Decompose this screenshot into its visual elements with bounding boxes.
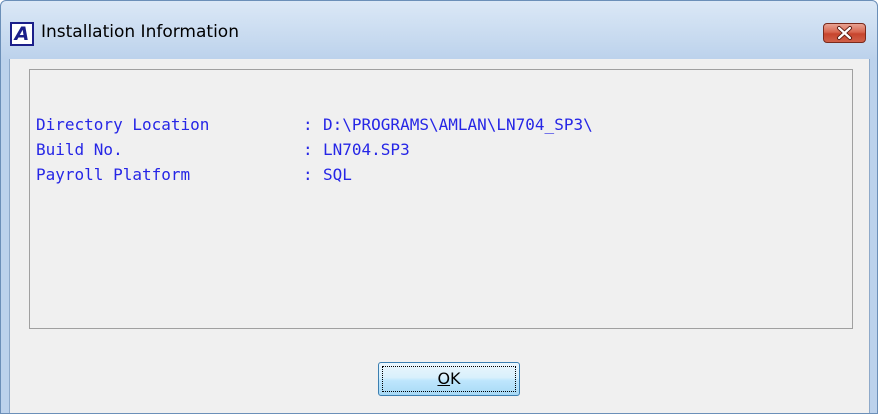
info-panel: Directory Location : D:\PROGRAMS\AMLAN\L… xyxy=(29,69,853,329)
info-value: D:\PROGRAMS\AMLAN\LN704_SP3\ xyxy=(323,115,593,134)
title-bar[interactable]: A Installation Information xyxy=(1,1,877,59)
dialog-body: Directory Location : D:\PROGRAMS\AMLAN\L… xyxy=(9,59,870,413)
info-separator: : xyxy=(303,165,313,184)
info-label: Build No. xyxy=(36,140,123,159)
amlan-app-icon: A xyxy=(10,22,34,46)
info-value: SQL xyxy=(323,165,352,184)
info-separator: : xyxy=(303,115,313,134)
ok-button[interactable]: OK xyxy=(378,362,520,396)
window-title: Installation Information xyxy=(41,22,239,42)
installation-info-dialog: A Installation Information Directory Loc… xyxy=(0,0,878,414)
info-label: Directory Location xyxy=(36,115,210,134)
ok-mnemonic: O xyxy=(437,369,451,388)
ok-button-label: OK xyxy=(379,369,519,388)
close-icon xyxy=(837,26,852,40)
info-label: Payroll Platform xyxy=(36,165,191,184)
info-separator: : xyxy=(303,140,313,159)
close-button[interactable] xyxy=(823,23,866,43)
info-value: LN704.SP3 xyxy=(323,140,410,159)
ok-label-rest: K xyxy=(450,369,461,388)
